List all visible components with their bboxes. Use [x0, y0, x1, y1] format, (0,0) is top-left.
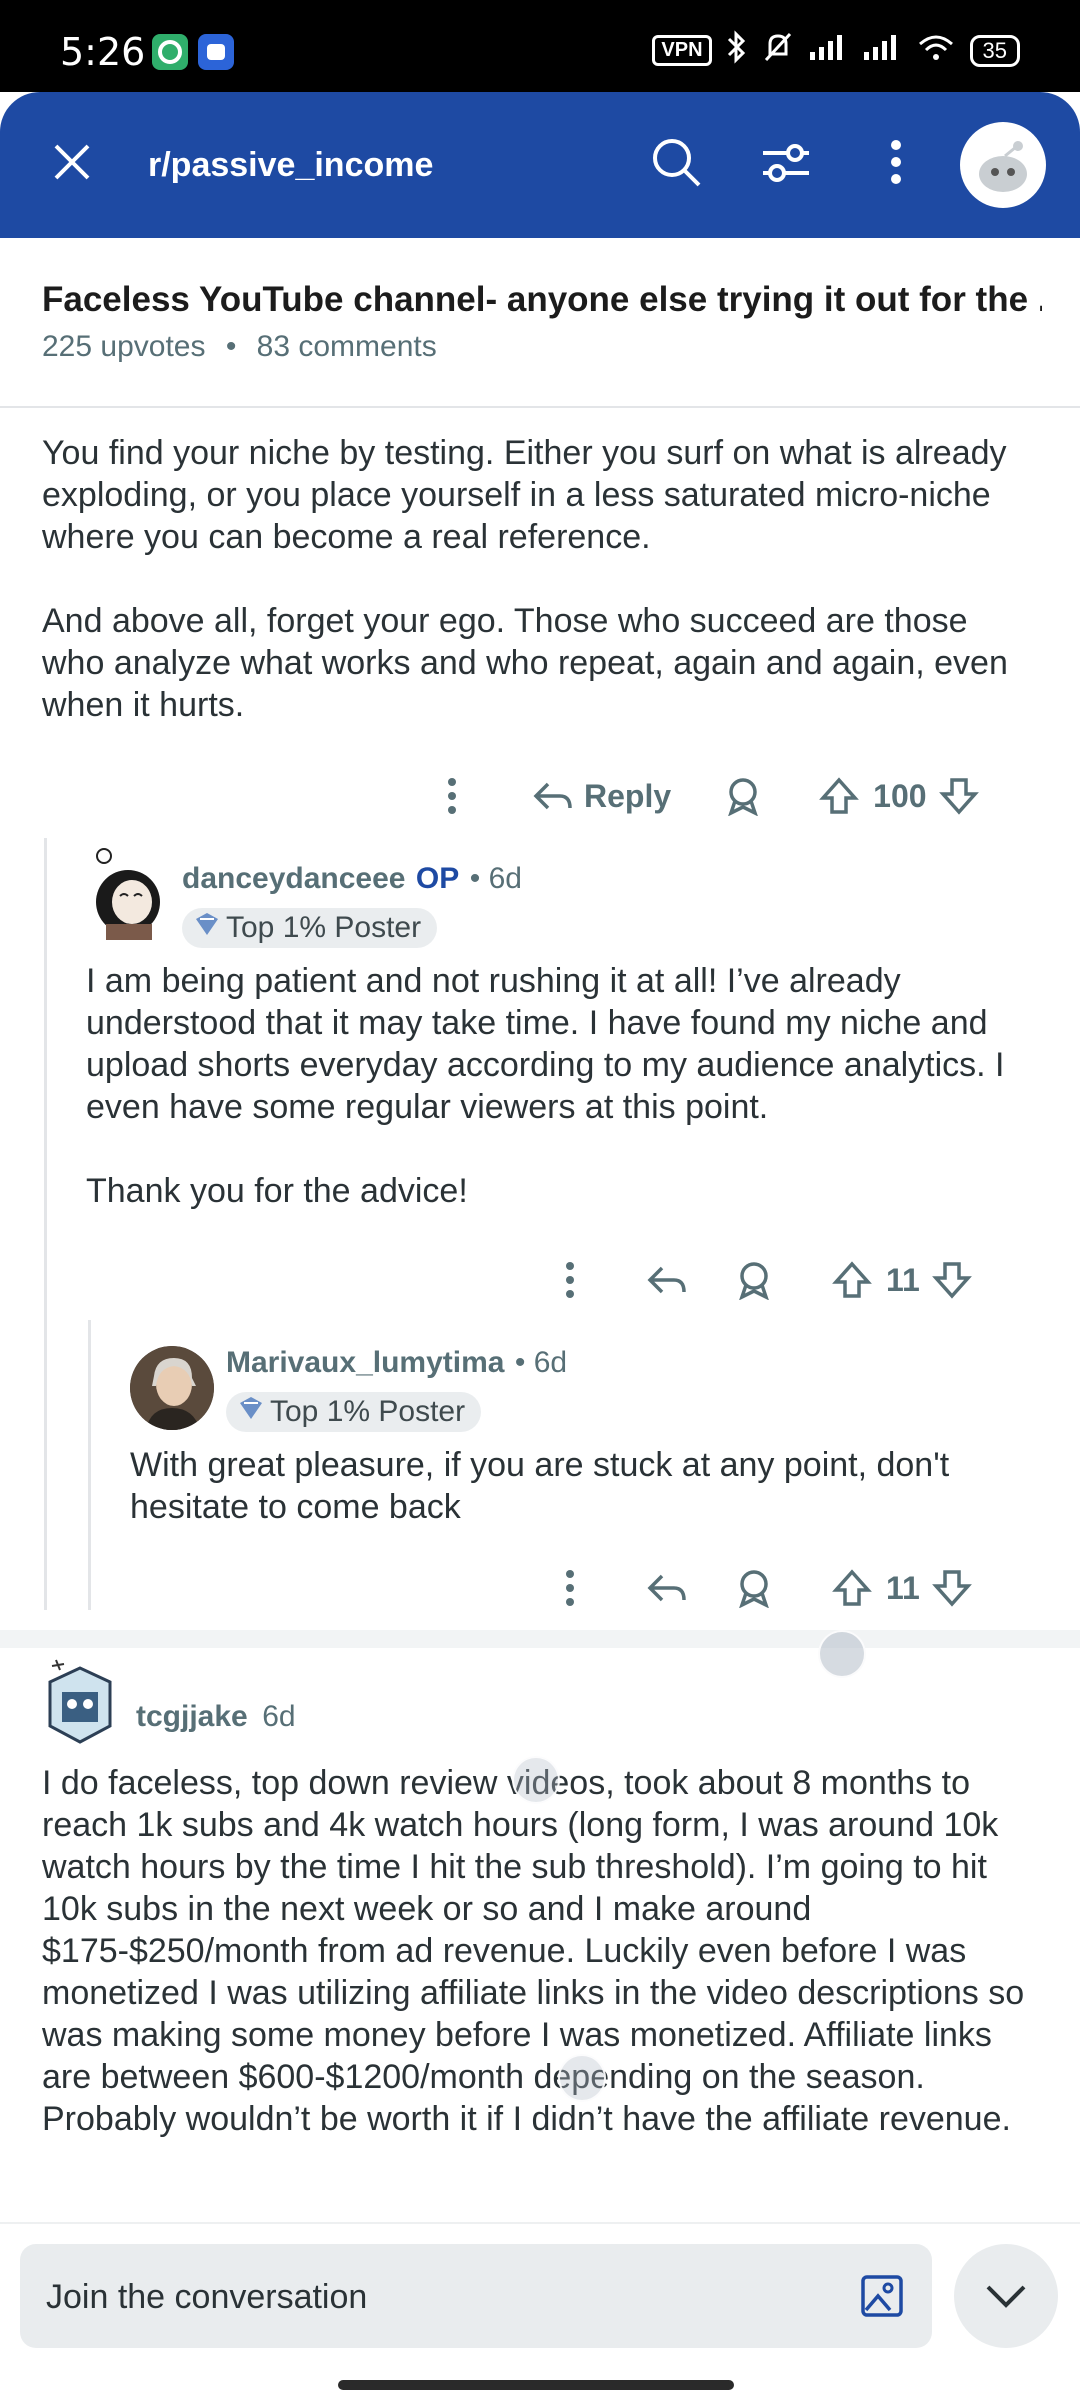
meta-separator: •: [225, 330, 237, 363]
flair-badge-icon: [238, 1395, 264, 1429]
chevron-down-icon: [986, 2285, 1026, 2308]
status-icons: VPN 35: [652, 30, 1020, 71]
username[interactable]: Marivaux_lumytima: [226, 1346, 504, 1379]
subreddit-title[interactable]: r/passive_income: [148, 146, 433, 185]
downvote-icon[interactable]: [938, 776, 979, 816]
upvote-icon[interactable]: [819, 776, 860, 816]
avatar[interactable]: [130, 1346, 214, 1430]
home-indicator[interactable]: [338, 2380, 734, 2390]
app-notification-icon: [152, 34, 188, 70]
bottom-bar: Join the conversation: [0, 2222, 1080, 2402]
user-avatar[interactable]: [960, 122, 1046, 208]
thread-line[interactable]: [88, 1320, 91, 1610]
flair-text: Top 1% Poster: [226, 911, 422, 944]
comment-divider: [0, 1630, 1080, 1648]
award-icon[interactable]: [734, 1568, 774, 1608]
wifi-icon: [916, 32, 956, 69]
touch-indicator: [558, 2054, 606, 2102]
downvote-icon[interactable]: [931, 1260, 972, 1300]
close-icon[interactable]: [42, 132, 102, 192]
more-options-icon[interactable]: [866, 132, 926, 192]
reply-icon[interactable]: [646, 1262, 688, 1298]
touch-indicator: [818, 1630, 866, 1678]
signal-icon-2: [862, 32, 902, 69]
comment-actions: 11: [548, 1252, 972, 1308]
flair-badge-icon: [194, 911, 220, 945]
username[interactable]: danceydanceee: [182, 862, 405, 895]
reply-button[interactable]: Reply: [532, 778, 671, 815]
op-badge: OP: [415, 862, 460, 895]
comment-composer[interactable]: Join the conversation: [20, 2244, 932, 2348]
flair-text: Top 1% Poster: [270, 1395, 466, 1428]
avatar[interactable]: [86, 846, 170, 942]
comment-body: You find your niche by testing. Either y…: [42, 432, 1032, 726]
comment-author-row: tcgjjake 6d: [136, 1700, 296, 1734]
comment-body: With great pleasure, if you are stuck at…: [130, 1446, 950, 1526]
user-flair: Top 1% Poster: [226, 1392, 482, 1432]
comment-actions: Reply 100: [430, 768, 979, 824]
composer-placeholder: Join the conversation: [46, 2278, 368, 2316]
more-options-icon[interactable]: [430, 776, 474, 816]
upvote-icon[interactable]: [832, 1568, 872, 1608]
comment-paragraph: I am being patient and not rushing it at…: [86, 962, 1005, 1126]
mute-bell-icon: [762, 30, 794, 71]
collapse-button[interactable]: [954, 2244, 1058, 2348]
thread-line[interactable]: [44, 838, 47, 1610]
more-options-icon[interactable]: [548, 1568, 592, 1608]
award-icon[interactable]: [723, 776, 763, 816]
touch-indicator: [512, 1756, 560, 1804]
username[interactable]: tcgjjake: [136, 1700, 248, 1733]
comment-body: I am being patient and not rushing it at…: [86, 960, 1046, 1212]
vpn-badge: VPN: [652, 35, 712, 66]
comment-count: 83 comments: [256, 330, 437, 363]
comment-age: • 6d: [469, 862, 522, 895]
upvote-count: 225 upvotes: [42, 330, 206, 363]
reply-label: Reply: [584, 777, 672, 814]
comment-author-row: Marivaux_lumytima • 6d: [226, 1346, 567, 1380]
comment-paragraph: Thank you for the advice!: [86, 1172, 468, 1210]
search-icon[interactable]: [646, 132, 706, 192]
status-time: 5:26: [60, 30, 146, 74]
comment-age: 6d: [262, 1700, 296, 1733]
post-title[interactable]: Faceless YouTube channel- anyone else tr…: [42, 280, 1042, 320]
more-options-icon[interactable]: [548, 1260, 592, 1300]
comment-age: • 6d: [514, 1346, 568, 1379]
user-flair: Top 1% Poster: [182, 908, 438, 948]
upvote-icon[interactable]: [832, 1260, 872, 1300]
award-icon[interactable]: [734, 1260, 774, 1300]
top-app-bar: r/passive_income: [0, 92, 1080, 238]
post-meta: 225 upvotes • 83 comments: [42, 330, 437, 364]
status-bar: 5:26 VPN 35: [0, 0, 1080, 92]
post-header[interactable]: Faceless YouTube channel- anyone else tr…: [0, 238, 1080, 408]
app-notification-icon-2: [198, 34, 234, 70]
comment-paragraph: You find your niche by testing. Either y…: [42, 434, 1007, 556]
avatar[interactable]: [42, 1652, 118, 1748]
signal-icon: [808, 32, 848, 69]
bluetooth-icon: [726, 30, 748, 71]
filter-sort-icon[interactable]: [756, 132, 816, 192]
image-upload-icon[interactable]: [860, 2274, 904, 2323]
comment-author-row: danceydanceee OP • 6d: [182, 862, 522, 896]
vote-count: 11: [886, 1261, 920, 1298]
downvote-icon[interactable]: [931, 1568, 972, 1608]
comment-body: I do faceless, top down review videos, t…: [42, 1764, 1025, 2138]
comment-actions: 11: [548, 1560, 972, 1616]
comment-paragraph: And above all, forget your ego. Those wh…: [42, 602, 1008, 724]
reply-icon[interactable]: [646, 1570, 688, 1606]
battery-indicator: 35: [969, 34, 1020, 67]
vote-count: 11: [886, 1569, 920, 1606]
vote-count: 100: [873, 777, 927, 814]
